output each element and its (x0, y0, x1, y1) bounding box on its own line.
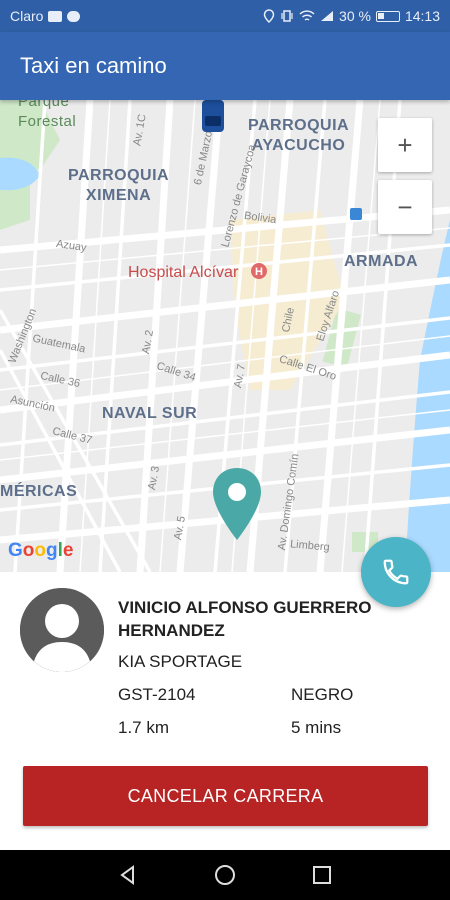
svg-text:H: H (255, 266, 263, 278)
location-icon (263, 9, 275, 23)
page-title: Taxi en camino (20, 53, 167, 78)
avatar-icon (20, 588, 104, 672)
eta: 5 mins (291, 718, 342, 737)
hospital-name: Hospital Alcívar (128, 264, 239, 281)
wifi-icon (299, 9, 315, 21)
google-logo: Google (8, 540, 74, 561)
battery-percent: 30 % (339, 8, 371, 24)
message-notification-icon (67, 10, 81, 22)
home-icon[interactable] (214, 864, 236, 886)
zoom-in-button[interactable]: + (378, 118, 432, 172)
driver-info-panel: VINICIO ALFONSO GUERRERO HERNANDEZ KIA S… (0, 572, 450, 850)
map-label-parroquia-ayacucho: PARROQUIA AYACUCHO (248, 117, 350, 154)
map-label-americas: MÉRICAS (0, 483, 78, 500)
map-label-parque-forestal: Parque Forestal (18, 100, 77, 130)
car-plate: GST-2104 (118, 685, 196, 704)
hospital-icon: H (251, 263, 267, 279)
distance: 1.7 km (118, 718, 170, 737)
driver-name: VINICIO ALFONSO GUERRERO HERNANDEZ (118, 598, 372, 640)
image-notification-icon (48, 10, 63, 22)
zoom-out-button[interactable]: − (378, 180, 432, 234)
car-color: NEGRO (291, 685, 354, 704)
app-bar: Taxi en camino (0, 32, 450, 100)
taxi-marker-icon (202, 100, 224, 132)
vibrate-icon (281, 10, 293, 22)
map-view[interactable]: Parque Forestal PARROQUIA AYACUCHO PARRO… (0, 100, 450, 572)
signal-icon (321, 11, 334, 21)
battery-icon (375, 10, 400, 22)
cancel-ride-button[interactable]: CANCELAR CARRERA (23, 766, 428, 826)
status-right: 30 % 14:13 (263, 8, 440, 24)
destination-pin-icon (213, 468, 261, 540)
back-icon[interactable] (117, 864, 139, 886)
map-label-armada: ARMADA (344, 253, 419, 270)
map-label-hospital: Hospital Alcívar (128, 264, 238, 282)
system-nav-bar (0, 850, 450, 900)
driver-avatar (20, 588, 104, 672)
car-model: KIA SPORTAGE (118, 652, 243, 671)
carrier-label: Claro (10, 8, 44, 24)
call-driver-button[interactable] (361, 537, 431, 607)
status-left: Claro (10, 8, 81, 24)
status-bar: Claro 30 % 14:13 (0, 0, 450, 32)
map-label-naval-sur: NAVAL SUR (102, 405, 198, 422)
recents-icon[interactable] (311, 864, 333, 886)
map-label-parroquia-ximena: PARROQUIA XIMENA (68, 167, 170, 204)
clock: 14:13 (404, 8, 440, 24)
phone-icon (383, 559, 409, 585)
